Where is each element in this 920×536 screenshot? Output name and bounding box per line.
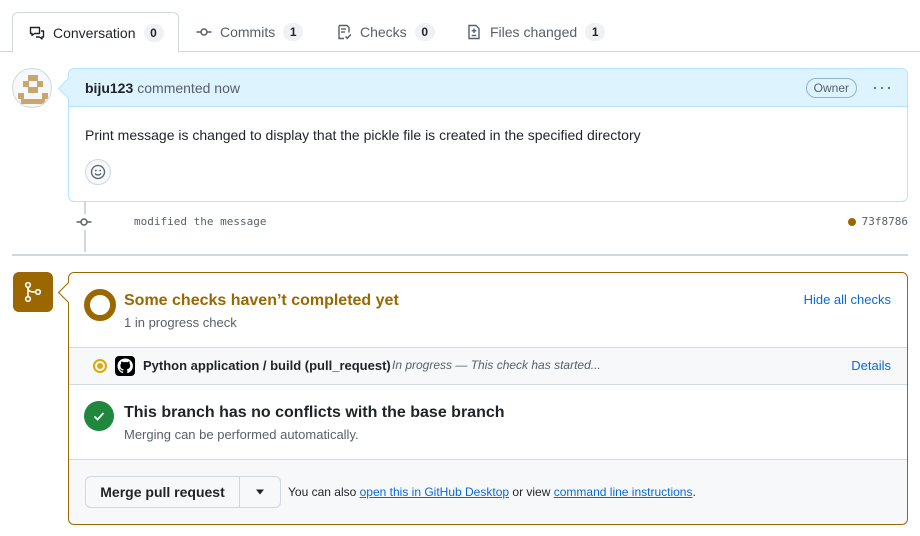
git-commit-icon (76, 214, 92, 230)
tab-count: 1 (283, 23, 304, 41)
comment-discussion-icon (29, 26, 45, 40)
pr-tabs: Conversation 0 Commits 1 Checks 0 Files … (0, 0, 920, 53)
tab-files-changed[interactable]: Files changed 1 (450, 12, 621, 52)
tab-label: Conversation (53, 24, 136, 41)
github-logo-icon (115, 356, 135, 376)
checklist-icon (338, 24, 352, 40)
commit-status: 73f8786 (847, 215, 908, 228)
tab-label: Commits (220, 24, 276, 40)
triangle-down-icon (256, 489, 264, 495)
add-reaction-button[interactable] (85, 159, 111, 185)
merge-box: Some checks haven’t completed yet 1 in p… (68, 272, 908, 525)
tab-conversation[interactable]: Conversation 0 (12, 12, 179, 53)
merge-section: Merge pull request You can also open thi… (69, 460, 907, 524)
merge-hint-middle: or view (512, 485, 551, 499)
pending-ring-icon (84, 289, 116, 321)
comment-header: biju123 commented now Owner ··· (69, 69, 907, 107)
checks-subtitle: 1 in progress check (124, 315, 237, 330)
github-desktop-link[interactable]: open this in GitHub Desktop (360, 485, 509, 499)
tab-label: Files changed (490, 24, 578, 40)
check-circle-icon (84, 401, 114, 431)
commit-message[interactable]: modified the message (134, 215, 266, 228)
merge-pull-request-button[interactable]: Merge pull request (85, 476, 239, 508)
merge-status-icon (13, 272, 53, 312)
checks-section: Some checks haven’t completed yet 1 in p… (69, 273, 907, 348)
git-pull-request-icon (24, 281, 42, 303)
check-details-link[interactable]: Details (851, 358, 891, 373)
conflicts-title: This branch has no conflicts with the ba… (124, 404, 505, 421)
pending-status-icon[interactable] (847, 217, 856, 226)
kebab-menu-icon[interactable]: ··· (872, 77, 893, 97)
merge-hint-prefix: You can also (288, 485, 357, 499)
identicon (18, 75, 48, 104)
smiley-icon (90, 164, 106, 180)
owner-badge: Owner (805, 78, 857, 98)
tab-count: 0 (414, 23, 435, 41)
avatar[interactable] (12, 68, 52, 108)
timeline-divider (12, 254, 908, 256)
hide-all-checks-link[interactable]: Hide all checks (804, 292, 891, 307)
tab-count: 1 (585, 23, 606, 41)
merge-hint: You can also open this in GitHub Desktop… (288, 485, 696, 499)
checks-title: Some checks haven’t completed yet (124, 292, 399, 309)
merge-hint-suffix: . (692, 485, 696, 499)
comment-author[interactable]: biju123 (85, 80, 133, 96)
comment-body: Print message is changed to display that… (85, 127, 641, 143)
conflicts-subtitle: Merging can be performed automatically. (124, 427, 359, 442)
tab-count: 0 (143, 23, 164, 42)
merge-options-dropdown[interactable] (239, 476, 281, 508)
check-status: In progress — This check has started... (392, 358, 601, 372)
file-diff-icon (468, 24, 480, 40)
tab-commits[interactable]: Commits 1 (180, 12, 319, 52)
command-line-link[interactable]: command line instructions (554, 485, 693, 499)
in-progress-icon (93, 359, 107, 373)
comment-time[interactable]: commented now (137, 80, 240, 96)
timeline-commit: modified the message 73f8786 (76, 212, 908, 232)
conflicts-section: This branch has no conflicts with the ba… (69, 385, 907, 460)
commit-sha[interactable]: 73f8786 (862, 215, 908, 228)
check-name: Python application / build (pull_request… (143, 358, 391, 373)
check-item: Python application / build (pull_request… (69, 348, 907, 385)
comment: biju123 commented now Owner ··· Print me… (68, 68, 908, 202)
tab-checks[interactable]: Checks 0 (320, 12, 451, 52)
git-commit-icon (196, 28, 212, 36)
tab-label: Checks (360, 24, 407, 40)
